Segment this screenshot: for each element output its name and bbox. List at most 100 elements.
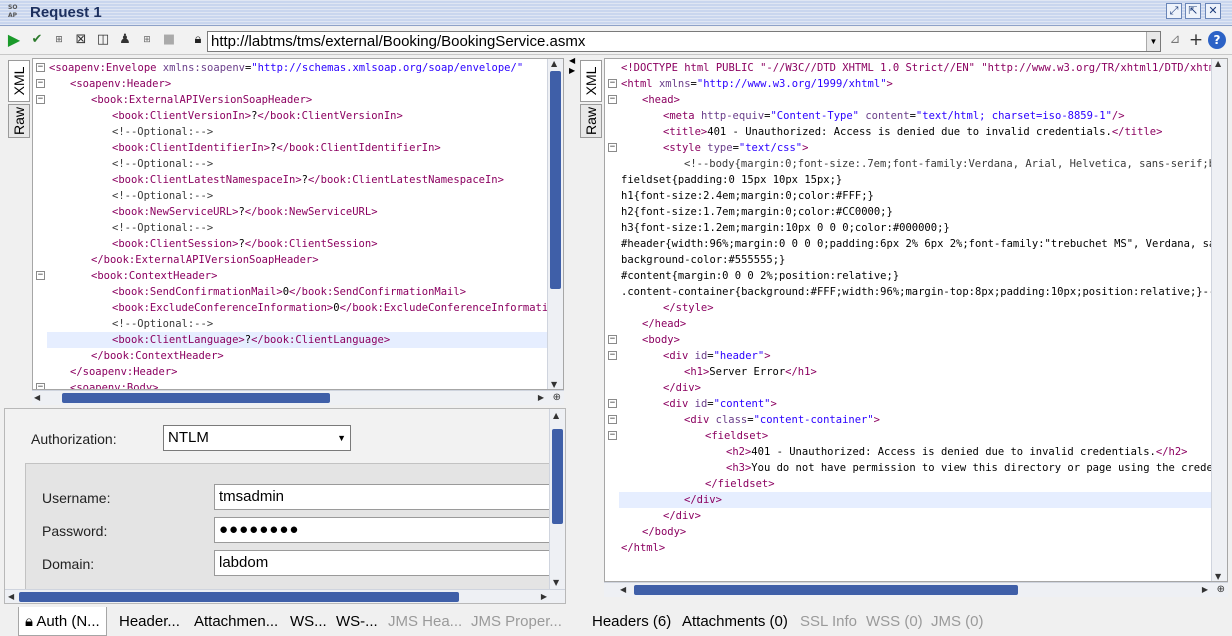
tab-wss[interactable]: WSS (0) [866, 607, 923, 636]
domain-field[interactable]: labdom [214, 550, 554, 576]
run-icon[interactable]: ▶ [5, 31, 23, 49]
code-line[interactable]: <title>401 - Unauthorized: Access is den… [619, 124, 1227, 140]
fold-toggle-icon[interactable]: − [608, 95, 617, 104]
tab-jms-headers[interactable]: JMS Hea... [388, 607, 462, 636]
fold-toggle-icon[interactable]: − [36, 383, 45, 389]
response-horizontal-scrollbar[interactable]: ◀ ▶ ⊕ [604, 582, 1228, 597]
request-vscroll-thumb[interactable] [550, 71, 561, 289]
code-line[interactable]: </div> [619, 380, 1227, 396]
request-xml-editor[interactable]: − − − − − <soapenv:Envelope xmlns:soapenv="h… [32, 58, 564, 390]
auth-vertical-scrollbar[interactable]: ▲ ▼ [549, 409, 565, 589]
request-code[interactable]: <soapenv:Envelope xmlns:soapenv="http://… [47, 60, 563, 389]
code-line[interactable]: background-color:#555555;} [619, 252, 1227, 268]
code-line[interactable]: </book:ExternalAPIVersionSoapHeader> [47, 252, 563, 268]
tab-request-xml[interactable]: XML [8, 60, 30, 102]
endpoint-config-icon[interactable]: ⊿ [1166, 31, 1184, 49]
tab-response-raw[interactable]: Raw [580, 104, 602, 138]
response-code[interactable]: <!DOCTYPE html PUBLIC "-//W3C//DTD XHTML… [619, 60, 1227, 556]
fold-toggle-icon[interactable]: − [608, 79, 617, 88]
tab-jms-properties[interactable]: JMS Proper... [471, 607, 562, 636]
code-line[interactable]: <!DOCTYPE html PUBLIC "-//W3C//DTD XHTML… [619, 60, 1227, 76]
code-line[interactable]: </head> [619, 316, 1227, 332]
code-line[interactable]: <!--Optional:--> [47, 124, 563, 140]
code-line[interactable]: <book:ClientIdentifierIn>?</book:ClientI… [47, 140, 563, 156]
code-line[interactable]: <fieldset> [619, 428, 1227, 444]
code-line[interactable]: <book:ClientVersionIn>?</book:ClientVers… [47, 108, 563, 124]
response-vertical-scrollbar[interactable]: ▲ ▼ [1211, 59, 1227, 581]
code-line[interactable]: <!--Optional:--> [47, 156, 563, 172]
fold-toggle-icon[interactable]: − [36, 271, 45, 280]
code-line[interactable]: <h3>You do not have permission to view t… [619, 460, 1227, 476]
code-line[interactable]: <head> [619, 92, 1227, 108]
code-line[interactable]: #content{margin:0 0 0 2%;position:relati… [619, 268, 1227, 284]
tab-ws-a[interactable]: WS... [290, 607, 327, 636]
tab-headers[interactable]: Header... [119, 607, 180, 636]
code-line[interactable]: #header{width:96%;margin:0 0 0 0;padding… [619, 236, 1227, 252]
code-line[interactable]: <!--Optional:--> [47, 188, 563, 204]
rest-icon[interactable]: ⊞ [138, 31, 156, 49]
code-line[interactable]: h3{font-size:1.2em;margin:10px 0 0 0;col… [619, 220, 1227, 236]
code-line[interactable]: </html> [619, 540, 1227, 556]
tab-ssl-info[interactable]: SSL Info [800, 607, 857, 636]
tab-response-headers[interactable]: Headers (6) [592, 607, 671, 636]
code-line[interactable]: <book:NewServiceURL>?</book:NewServiceUR… [47, 204, 563, 220]
code-line[interactable]: </soapenv:Header> [47, 364, 563, 380]
code-line[interactable]: <book:ClientLatestNamespaceIn>?</book:Cl… [47, 172, 563, 188]
restore-icon[interactable]: ⤢ [1166, 3, 1182, 19]
tab-ws-rm[interactable]: WS-... [336, 607, 378, 636]
code-line[interactable]: </fieldset> [619, 476, 1227, 492]
code-line[interactable]: <div id="header"> [619, 348, 1227, 364]
fold-toggle-icon[interactable]: − [608, 143, 617, 152]
code-line[interactable]: <div class="content-container"> [619, 412, 1227, 428]
code-line[interactable]: </body> [619, 524, 1227, 540]
code-line[interactable]: <h2>401 - Unauthorized: Access is denied… [619, 444, 1227, 460]
code-line[interactable]: fieldset{padding:0 15px 10px 15px;} [619, 172, 1227, 188]
auth-horizontal-scrollbar[interactable]: ◀ ▶ [5, 589, 565, 603]
code-line[interactable]: <div id="content"> [619, 396, 1227, 412]
username-field[interactable]: tmsadmin [214, 484, 554, 510]
code-line[interactable]: </book:ContextHeader> [47, 348, 563, 364]
password-field[interactable]: ●●●●●●●● [214, 517, 554, 543]
tab-response-attachments[interactable]: Attachments (0) [682, 607, 788, 636]
code-line[interactable]: <!--Optional:--> [47, 316, 563, 332]
chevron-down-icon[interactable]: ▼ [1146, 32, 1160, 51]
request-vertical-scrollbar[interactable]: ▲ ▼ [547, 59, 563, 389]
stop-icon[interactable]: ⊠ [72, 31, 90, 49]
code-line[interactable]: <book:SendConfirmationMail>0</book:SendC… [47, 284, 563, 300]
tab-auth[interactable]: 🔒︎ Auth (N... [18, 607, 107, 636]
cancel-icon[interactable]: ■ [160, 31, 178, 49]
request-horizontal-scrollbar[interactable]: ◀ ▶ ⊕ [32, 390, 564, 405]
code-line[interactable]: <meta http-equiv="Content-Type" content=… [619, 108, 1227, 124]
code-line[interactable]: <html xmlns="http://www.w3.org/1999/xhtm… [619, 76, 1227, 92]
user-icon[interactable]: ♟ [116, 31, 134, 49]
add-assertion-icon[interactable]: ✔ [28, 31, 46, 49]
endpoint-url-input[interactable]: http://labtms/tms/external/Booking/Booki… [207, 31, 1161, 52]
fold-toggle-icon[interactable]: − [36, 79, 45, 88]
code-line[interactable]: .content-container{background:#FFF;width… [619, 284, 1227, 300]
code-line[interactable]: <book:ClientSession>?</book:ClientSessio… [47, 236, 563, 252]
code-line[interactable]: h1{font-size:2.4em;margin:0;color:#FFF;} [619, 188, 1227, 204]
tab-jms[interactable]: JMS (0) [931, 607, 984, 636]
fold-toggle-icon[interactable]: − [36, 95, 45, 104]
authorization-select[interactable]: NTLM ▼ [163, 425, 351, 451]
code-line[interactable]: </div> [619, 492, 1227, 508]
code-line[interactable]: <book:ExternalAPIVersionSoapHeader> [47, 92, 563, 108]
code-line[interactable]: <!--Optional:--> [47, 220, 563, 236]
fold-toggle-icon[interactable]: − [608, 351, 617, 360]
code-line[interactable]: <soapenv:Body> [47, 380, 563, 389]
fold-toggle-icon[interactable]: − [608, 415, 617, 424]
fold-toggle-icon[interactable]: − [608, 399, 617, 408]
code-line[interactable]: </div> [619, 508, 1227, 524]
fold-toggle-icon[interactable]: − [36, 63, 45, 72]
code-line[interactable]: <book:ClientLanguage>?</book:ClientLangu… [47, 332, 563, 348]
split-divider[interactable]: ◀ ▶ [566, 56, 578, 636]
request-hscroll-thumb[interactable] [62, 393, 330, 403]
close-icon[interactable]: ✕ [1205, 3, 1221, 19]
auth-hscroll-thumb[interactable] [19, 592, 459, 602]
code-line[interactable]: <body> [619, 332, 1227, 348]
code-line[interactable]: <book:ContextHeader> [47, 268, 563, 284]
auth-vscroll-thumb[interactable] [552, 429, 563, 524]
code-line[interactable]: h2{font-size:1.7em;margin:0;color:#CC000… [619, 204, 1227, 220]
format-icon[interactable]: ◫ [94, 31, 112, 49]
tab-attachments[interactable]: Attachmen... [194, 607, 278, 636]
